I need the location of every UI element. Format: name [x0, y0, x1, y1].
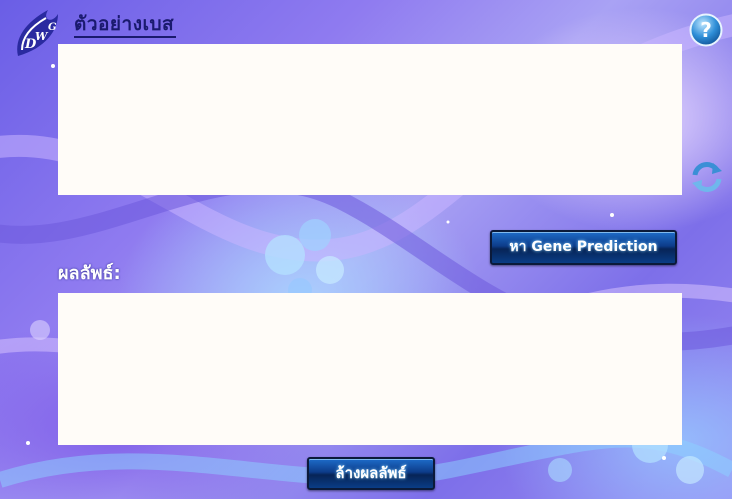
page-title: ตัวอย่างเบส: [74, 12, 177, 38]
clear-results-button[interactable]: ล้างผลลัพธ์: [307, 457, 435, 490]
svg-text:G: G: [48, 22, 57, 33]
refresh-icon[interactable]: [689, 159, 725, 195]
gene-prediction-button[interactable]: หา Gene Prediction: [490, 230, 677, 265]
base-sequence-input[interactable]: [58, 44, 682, 195]
help-question-icon[interactable]: ?: [689, 13, 723, 47]
svg-text:?: ?: [700, 18, 712, 42]
result-label: ผลลัพธ์:: [58, 263, 121, 284]
result-output[interactable]: [58, 293, 682, 445]
dwg-logo-icon: D W G: [17, 10, 59, 56]
svg-text:W: W: [35, 30, 49, 43]
